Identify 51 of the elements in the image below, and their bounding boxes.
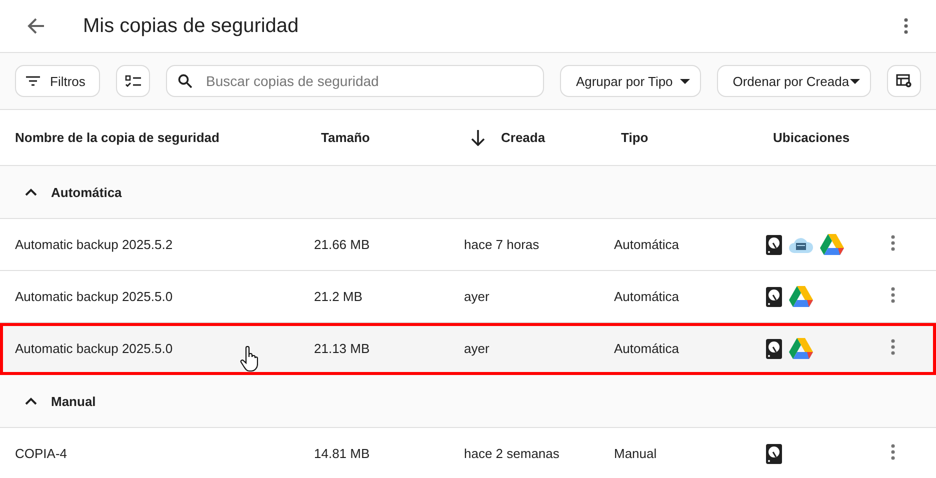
page-title: Mis copias de seguridad	[83, 14, 300, 38]
more-icon	[904, 18, 908, 34]
table-cell-text: 21.2 MB	[314, 289, 364, 304]
more-icon	[891, 338, 895, 354]
filter-icon	[26, 76, 40, 86]
table-cell-text: Automática	[614, 289, 680, 304]
table-cell-text: hace 7 horas	[464, 237, 540, 252]
table-settings-icon	[896, 74, 912, 88]
column-header[interactable]: Creada	[464, 130, 614, 146]
table-cell-text: hace 2 semanas	[464, 446, 560, 461]
table-cell-text: ayer	[464, 289, 490, 304]
table-cell-text: COPIA-4	[15, 446, 68, 461]
group-header[interactable]: Manual	[0, 375, 936, 428]
table-cell-text: Automatic backup 2025.5.2	[15, 237, 174, 252]
column-header[interactable]: Nombre de la copia de seguridad	[15, 130, 314, 145]
filters-button[interactable]: Filtros	[15, 65, 100, 97]
search-field[interactable]: Buscar copias de seguridad	[166, 65, 544, 97]
column-header[interactable]: Tamaño	[314, 130, 464, 145]
more-icon	[891, 286, 895, 302]
table-cell-text: Automática	[614, 237, 680, 252]
column-header[interactable]: Ubicaciones	[766, 130, 876, 145]
drive-triangle-icon	[789, 286, 813, 307]
more-icon	[891, 234, 895, 250]
highlighted-row[interactable]: Automatic backup 2025.5.0 21.13 MB ayer Automática	[0, 323, 936, 375]
more-icon	[891, 444, 895, 460]
checklist-icon	[125, 74, 142, 88]
table-cell-text: 21.13 MB	[314, 341, 371, 356]
group-by-select[interactable]: Agrupar por Tipo	[560, 65, 701, 97]
checklist-button[interactable]	[116, 65, 150, 97]
table-settings-button[interactable]	[887, 65, 921, 97]
cloud-server-icon	[789, 236, 813, 252]
sort-by-select[interactable]: Ordenar por Creada	[716, 65, 872, 97]
table-cell-text: Automatic backup 2025.5.0	[15, 289, 174, 304]
table-cell-text: 21.66 MB	[314, 237, 371, 252]
back-arrow-icon	[27, 17, 45, 35]
sort-down-icon	[471, 130, 485, 146]
table-cell-text: Automatic backup 2025.5.0	[15, 341, 174, 356]
table-cell-text: ayer	[464, 341, 490, 356]
hand-pointer-icon	[240, 346, 258, 372]
caret-icon	[680, 78, 690, 84]
table-cell-text: Manual	[614, 446, 658, 461]
chevron-up-icon	[25, 397, 37, 405]
search-icon	[178, 74, 192, 88]
chevron-up-icon	[25, 188, 37, 196]
drive-triangle-icon	[820, 234, 844, 255]
column-header[interactable]: Tipo	[614, 130, 766, 145]
drive-triangle-icon	[789, 338, 813, 359]
table-cell-text: Automática	[614, 341, 680, 356]
group-header[interactable]: Automática	[0, 166, 936, 219]
caret-icon	[850, 78, 860, 84]
table-cell-text: 14.81 MB	[314, 446, 371, 461]
